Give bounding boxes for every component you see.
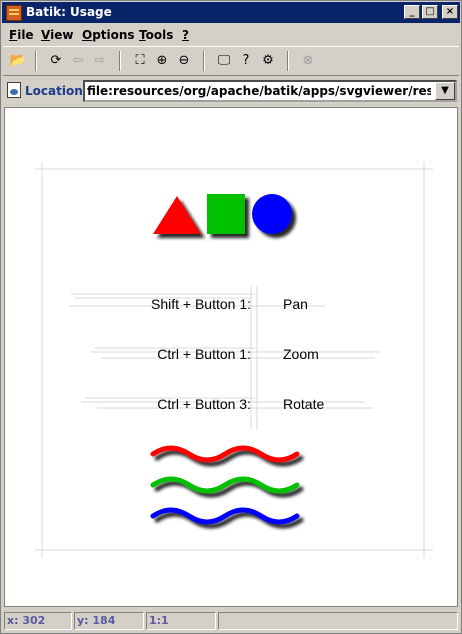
app-window: Batik: Usage _ □ × File View Options Too… xyxy=(0,0,462,634)
green-wave-line xyxy=(150,476,300,494)
toolbar-separator xyxy=(287,51,289,71)
blue-circle-shape xyxy=(252,194,292,234)
toolbar-separator xyxy=(119,51,121,71)
menu-tools[interactable]: Tools xyxy=(139,28,173,42)
status-zoom: 1:1 xyxy=(146,612,216,630)
usage-combo-zoom: Ctrl + Button 1: xyxy=(157,346,251,362)
view-source-icon[interactable]: 🖵 xyxy=(215,52,233,70)
minimize-button[interactable]: _ xyxy=(404,5,420,19)
document-info-icon[interactable]: ? xyxy=(237,52,255,70)
location-input[interactable] xyxy=(87,83,431,99)
menu-options[interactable]: Options xyxy=(82,28,135,42)
batik-app-icon xyxy=(6,5,22,21)
usage-combo-rotate: Ctrl + Button 3: xyxy=(157,396,251,412)
title-bar[interactable]: Batik: Usage _ □ × xyxy=(2,2,460,23)
status-bar: x: 302 y: 184 1:1 xyxy=(3,611,459,631)
status-y-coordinate: y: 184 xyxy=(74,612,144,630)
reload-icon[interactable]: ⟳ xyxy=(47,52,65,70)
red-triangle-shape xyxy=(153,196,201,234)
fit-to-window-icon[interactable]: ⛶ xyxy=(131,52,149,70)
window-title: Batik: Usage xyxy=(26,5,112,19)
usage-drawing: Shift + Button 1: Pan Ctrl + Button 1: Z… xyxy=(35,162,433,558)
menu-help[interactable]: ? xyxy=(182,28,189,42)
zoom-out-icon[interactable]: ⊖ xyxy=(175,52,193,70)
menu-file[interactable]: File xyxy=(9,28,34,42)
menu-view[interactable]: View xyxy=(41,28,73,42)
red-wave-line xyxy=(150,445,300,463)
stop-icon[interactable]: ⊗ xyxy=(299,52,317,70)
location-bar: Location: ▼ xyxy=(3,77,459,105)
dom-viewer-icon[interactable]: ⚙ xyxy=(259,52,277,70)
maximize-button[interactable]: □ xyxy=(422,5,438,19)
zoom-in-icon[interactable]: ⊕ xyxy=(153,52,171,70)
chevron-down-icon[interactable]: ▼ xyxy=(435,82,455,100)
status-x-coordinate: x: 302 xyxy=(4,612,72,630)
forward-arrow-icon[interactable]: ⇨ xyxy=(91,52,109,70)
usage-action-zoom: Zoom xyxy=(283,346,319,362)
menu-bar: File View Options Tools ? xyxy=(3,25,459,45)
back-arrow-icon[interactable]: ⇦ xyxy=(69,52,87,70)
status-message xyxy=(218,612,458,630)
toolbar: 📂 ⟳ ⇦ ⇨ ⛶ ⊕ ⊖ 🖵 ? ⚙ ⊗ xyxy=(3,46,459,76)
green-square-shape xyxy=(207,194,245,234)
toolbar-separator xyxy=(203,51,205,71)
location-combo[interactable]: ▼ xyxy=(83,80,457,102)
svg-canvas[interactable]: Shift + Button 1: Pan Ctrl + Button 1: Z… xyxy=(4,107,458,607)
blue-wave-line xyxy=(150,507,300,525)
location-label: Location: xyxy=(25,84,88,98)
open-file-icon[interactable]: 📂 xyxy=(9,52,27,70)
close-button[interactable]: × xyxy=(442,5,458,19)
toolbar-separator xyxy=(35,51,37,71)
shape-group xyxy=(153,194,292,234)
usage-action-rotate: Rotate xyxy=(283,396,324,412)
usage-action-pan: Pan xyxy=(283,296,308,312)
document-icon xyxy=(7,82,21,98)
wave-group xyxy=(150,445,300,525)
usage-combo-pan: Shift + Button 1: xyxy=(151,296,251,312)
